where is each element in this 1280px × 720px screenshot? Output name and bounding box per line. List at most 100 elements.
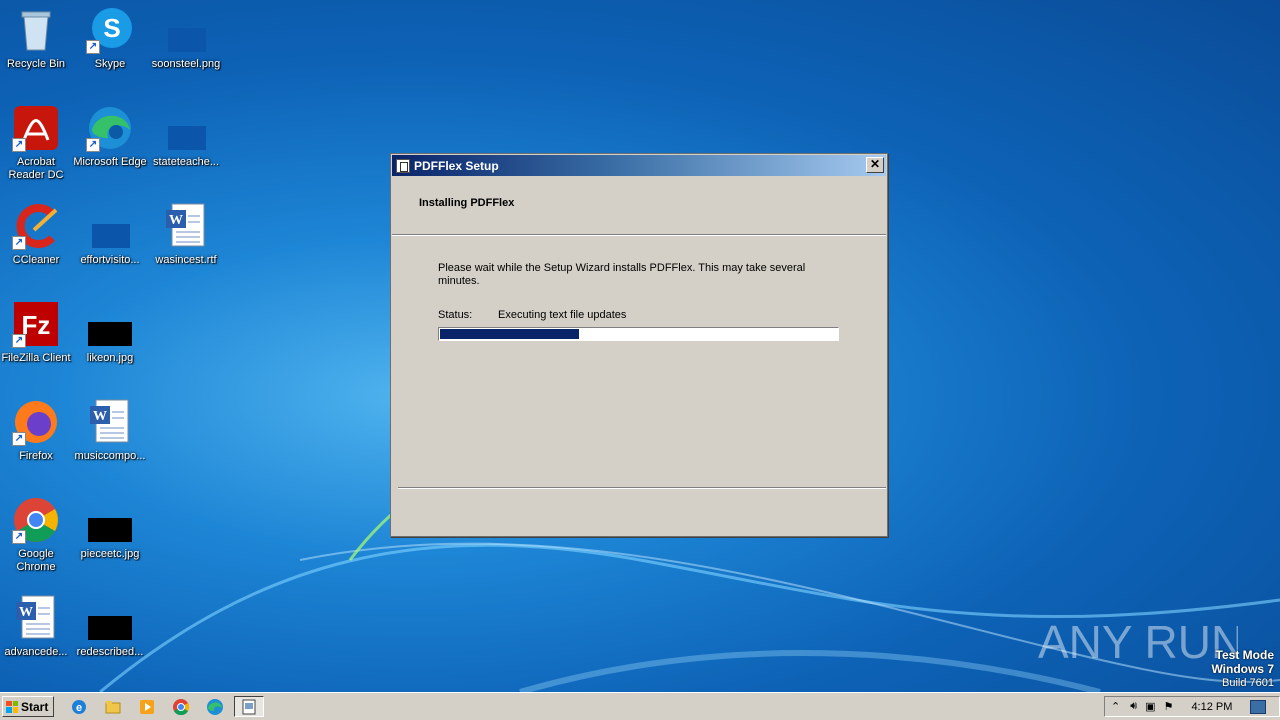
start-label: Start — [21, 699, 49, 714]
taskbar-chrome[interactable] — [170, 697, 192, 717]
os-version-line: Windows 7 — [1211, 662, 1274, 676]
svg-text:W: W — [169, 213, 183, 228]
clock[interactable]: 4:12 PM — [1191, 701, 1232, 713]
installer-icon — [242, 699, 256, 714]
desktop-icon-stateteache[interactable]: stateteache... — [148, 104, 224, 169]
taskbar-file-explorer[interactable] — [102, 697, 124, 717]
setup-dialog: PDFFlex Setup ✕ Installing PDFFlex Pleas… — [390, 153, 888, 537]
skype-icon: S ↗ — [86, 6, 134, 54]
desktop-icon-filezilla[interactable]: Fz ↗ FileZilla Client — [0, 300, 74, 365]
shortcut-arrow-icon: ↗ — [12, 530, 26, 544]
desktop-icon-skype[interactable]: S ↗ Skype — [72, 6, 148, 71]
word-document-icon: W — [12, 594, 60, 642]
desktop-icon-musiccompo[interactable]: W musiccompo... — [72, 398, 148, 463]
acrobat-icon: ↗ — [12, 104, 60, 152]
dialog-header: Installing PDFFlex — [392, 177, 886, 234]
desktop-icon-wasincest[interactable]: W wasincest.rtf — [148, 202, 224, 267]
desktop-icon-label: pieceetc.jpg — [80, 548, 140, 560]
taskbar-edge[interactable] — [204, 697, 226, 717]
desktop-icon-firefox[interactable]: ↗ Firefox — [0, 398, 74, 463]
test-mode-notice: Test Mode Windows 7 Build 7601 — [1211, 648, 1274, 690]
status-value: Executing text file updates — [498, 309, 627, 321]
firefox-icon: ↗ — [12, 398, 60, 446]
shortcut-arrow-icon: ↗ — [12, 334, 26, 348]
close-button[interactable]: ✕ — [866, 157, 884, 173]
dialog-titlebar[interactable]: PDFFlex Setup ✕ — [392, 155, 886, 176]
word-document-icon: W — [162, 202, 210, 250]
show-hidden-icons-chevron-icon[interactable]: ⌃ — [1111, 700, 1120, 713]
desktop-icon-label: soonsteel.png — [151, 58, 221, 70]
taskbar-media-player[interactable] — [136, 697, 158, 717]
anyrun-watermark: ANY RUN — [1038, 606, 1244, 675]
recycle-bin-icon — [12, 6, 60, 54]
show-desktop-icon[interactable] — [1250, 699, 1267, 714]
desktop-icon-label: redescribed... — [76, 646, 144, 658]
installer-icon — [396, 158, 410, 173]
image-file-icon — [86, 496, 134, 544]
build-line: Build 7601 — [1222, 677, 1274, 689]
desktop-icon-recycle-bin[interactable]: Recycle Bin — [0, 6, 74, 71]
desktop-icon-edge[interactable]: ↗ Microsoft Edge — [72, 104, 148, 169]
desktop-icon-label: Firefox — [19, 450, 53, 462]
desktop-icon-label: Recycle Bin — [6, 58, 66, 70]
word-document-icon: W — [86, 398, 134, 446]
shortcut-arrow-icon: ↗ — [86, 40, 100, 54]
desktop-icon-advancede[interactable]: W advancede... — [0, 594, 74, 659]
desktop-icon-soonsteel[interactable]: soonsteel.png — [148, 6, 224, 71]
watermark-text: ANY RUN — [1038, 616, 1238, 668]
desktop-icon-redescribed[interactable]: redescribed... — [72, 594, 148, 659]
system-tray: ⌃ 🔊︎ ▣ ⚑ 4:12 PM — [1104, 696, 1280, 717]
shortcut-arrow-icon: ↗ — [12, 236, 26, 250]
windows-flag-icon — [6, 700, 18, 713]
desktop-icon-chrome[interactable]: ↗ Google Chrome — [0, 496, 74, 574]
desktop-icon-label: CCleaner — [12, 254, 60, 266]
shortcut-arrow-icon: ↗ — [86, 138, 100, 152]
install-progress-bar — [438, 327, 839, 341]
desktop-icon-label: advancede... — [4, 646, 68, 658]
desktop-icon-label: wasincest.rtf — [155, 254, 217, 266]
desktop-icon-ccleaner[interactable]: ↗ CCleaner — [0, 202, 74, 267]
header-divider — [392, 234, 886, 236]
shortcut-arrow-icon: ↗ — [12, 432, 26, 446]
dialog-heading: Installing PDFFlex — [419, 197, 515, 209]
desktop-icon-acrobat[interactable]: ↗ Acrobat Reader DC — [0, 104, 74, 182]
desktop-icon-label: musiccompo... — [74, 450, 146, 462]
image-file-icon — [86, 594, 134, 642]
footer-divider — [398, 487, 886, 489]
desktop-icon-label: likeon.jpg — [86, 352, 134, 364]
taskbar-pdfflex-setup[interactable] — [234, 696, 264, 717]
taskbar-internet-explorer[interactable]: e — [68, 697, 90, 717]
file-icon — [162, 104, 210, 152]
ccleaner-icon: ↗ — [12, 202, 60, 250]
desktop-icon-pieceetc[interactable]: pieceetc.jpg — [72, 496, 148, 561]
desktop-icon-likeon[interactable]: likeon.jpg — [72, 300, 148, 365]
desktop-icon-label: effortvisito... — [80, 254, 140, 266]
desktop-icon-label: FileZilla Client — [1, 352, 71, 364]
network-icon[interactable]: ▣ — [1145, 700, 1155, 713]
desktop-icon-effortvisito[interactable]: effortvisito... — [72, 202, 148, 267]
volume-icon[interactable]: 🔊︎ — [1130, 700, 1137, 713]
taskbar: Start e ⌃ 🔊︎ ▣ ⚑ 4:12 PM — [0, 692, 1280, 720]
svg-text:e: e — [76, 702, 82, 714]
file-icon — [86, 202, 134, 250]
filezilla-icon: Fz ↗ — [12, 300, 60, 348]
test-mode-line: Test Mode — [1215, 648, 1274, 662]
svg-text:W: W — [19, 605, 33, 620]
media-player-icon — [140, 700, 154, 714]
desktop-icon-label: Skype — [94, 58, 126, 70]
image-file-icon — [162, 6, 210, 54]
desktop-icon-label: Microsoft Edge — [73, 156, 147, 168]
desktop-icon-label: stateteache... — [152, 156, 220, 168]
image-file-icon — [86, 300, 134, 348]
internet-explorer-icon: e — [72, 700, 86, 714]
action-center-flag-icon[interactable]: ⚑ — [1164, 700, 1174, 713]
shortcut-arrow-icon: ↗ — [12, 138, 26, 152]
start-button[interactable]: Start — [2, 696, 54, 717]
svg-text:W: W — [93, 409, 107, 424]
install-message: Please wait while the Setup Wizard insta… — [438, 262, 806, 287]
folder-icon — [105, 701, 121, 714]
svg-text:S: S — [103, 13, 120, 43]
edge-icon — [207, 699, 223, 715]
dialog-title: PDFFlex Setup — [414, 158, 499, 173]
desktop-icon-label: Acrobat Reader DC — [8, 156, 64, 181]
